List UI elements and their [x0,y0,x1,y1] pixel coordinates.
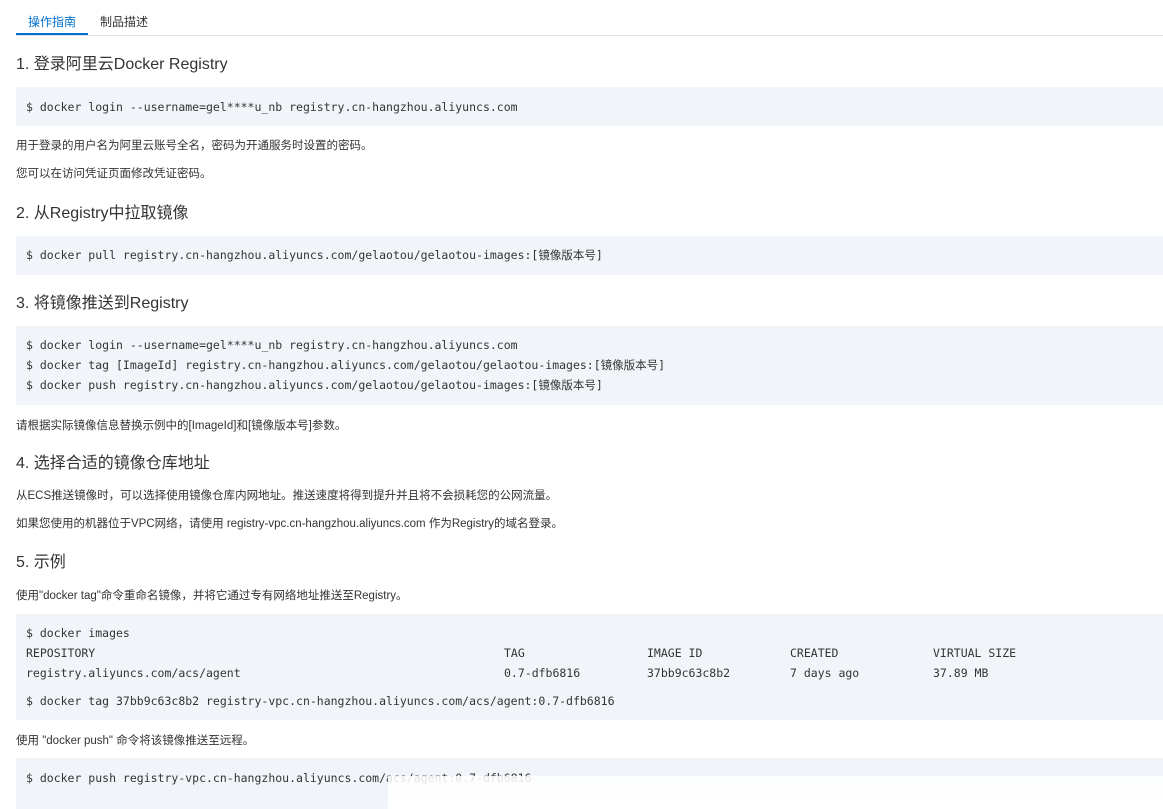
code-line: $ docker login --username=gel****u_nb re… [26,338,518,352]
section-5-push-intro: 使用 "docker push" 命令将该镜像推送至远程。 [16,735,255,747]
code-block-push: $ docker login --username=gel****u_nb re… [16,326,1163,405]
code-block-login: $ docker login --username=gel****u_nb re… [16,87,1163,126]
code-block-pull: $ docker pull registry.cn-hangzhou.aliyu… [16,236,1163,275]
section-3-title: 3. 将镜像推送到Registry [16,295,189,312]
code-line: $ docker images [26,626,130,640]
section-4-title: 4. 选择合适的镜像仓库地址 [16,455,210,472]
section-5-intro: 使用"docker tag"命令重命名镜像，并将它通过专有网络地址推送至Regi… [16,590,408,602]
code-line: $ docker push registry.cn-hangzhou.aliyu… [26,378,603,392]
active-tab-indicator [16,33,88,35]
code-line: $ docker tag [ImageId] registry.cn-hangz… [26,358,666,372]
code-line: $ docker tag 37bb9c63c8b2 registry-vpc.c… [26,694,615,708]
section-5-title: 5. 示例 [16,554,66,571]
table-header-virtual-size: VIRTUAL SIZE [933,646,1017,660]
table-cell-virtual-size: 37.89 MB [933,666,989,680]
table-header-tag: TAG [504,646,525,660]
table-header-created: CREATED [790,646,839,660]
code-line: $ docker pull registry.cn-hangzhou.aliyu… [26,248,603,262]
section-1-note: 用于登录的用户名为阿里云账号全名，密码为开通服务时设置的密码。 [16,140,373,152]
section-3-note: 请根据实际镜像信息替换示例中的[ImageId]和[镜像版本号]参数。 [16,420,347,432]
table-header-repository: REPOSITORY [26,646,96,660]
section-1-title: 1. 登录阿里云Docker Registry [16,56,228,73]
table-cell-tag: 0.7-dfb6816 [504,666,581,680]
section-2-title: 2. 从Registry中拉取镜像 [16,205,189,222]
table-cell-created: 7 days ago [790,666,860,680]
tab-bar: 操作指南 制品描述 [16,0,1163,36]
table-cell-repository: registry.aliyuncs.com/acs/agent [26,666,241,680]
tab-operation-guide[interactable]: 操作指南 [28,13,76,31]
tab-artifact-description[interactable]: 制品描述 [100,13,148,31]
section-4-note: 如果您使用的机器位于VPC网络，请使用 registry-vpc.cn-hang… [16,518,563,530]
section-1-note: 您可以在访问凭证页面修改凭证密码。 [16,168,212,180]
table-cell-image-id: 37bb9c63c8b2 [647,666,731,680]
table-header-image-id: IMAGE ID [647,646,703,660]
section-4-note: 从ECS推送镜像时，可以选择使用镜像仓库内网地址。推送速度将得到提升并且将不会损… [16,490,558,502]
bottom-fade-overlay [388,776,1163,809]
code-line: $ docker login --username=gel****u_nb re… [26,100,518,114]
code-block-example: $ docker images REPOSITORY TAG IMAGE ID … [16,614,1163,720]
